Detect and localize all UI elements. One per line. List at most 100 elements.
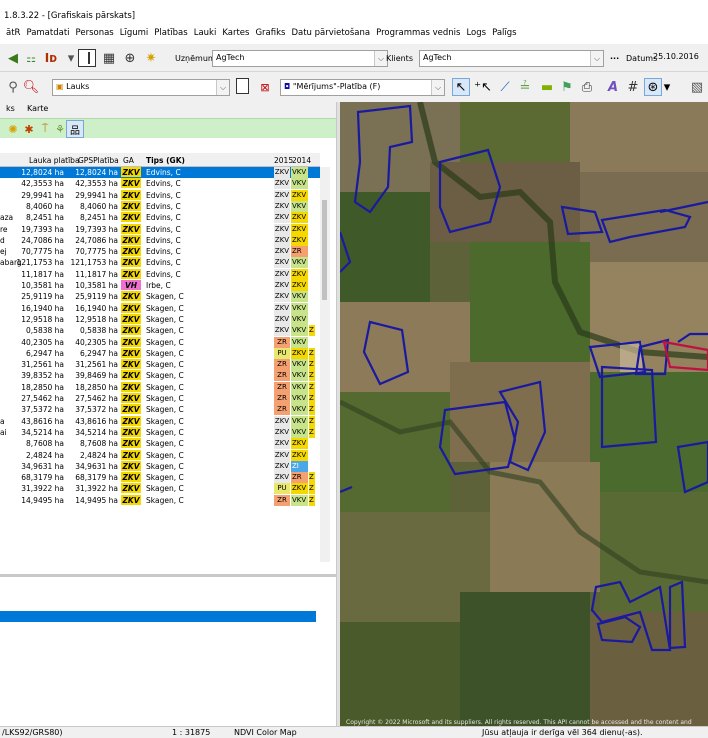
isd-icon[interactable]: Iᴅ: [42, 49, 60, 67]
map-globe-icon[interactable]: ⊛: [644, 78, 662, 96]
cell-2014: VKV: [291, 325, 308, 337]
delete-document-icon[interactable]: ⊠: [256, 78, 274, 96]
cell-2015: ZKV: [274, 449, 290, 461]
add-pointer-icon[interactable]: ⁺↖: [474, 78, 492, 96]
table-row[interactable]: 37,5372 ha 37,5372 ha ZKV Skagen, C ZR VKV Z: [0, 404, 320, 416]
cell-2013: Z: [309, 415, 315, 427]
table-row[interactable]: 8,4060 ha 8,4060 ha ZKV Edvins, C ZKV VKV: [0, 200, 320, 212]
table-row[interactable]: 2,4824 ha 2,4824 ha ZKV Skagen, C ZKV ZKV: [0, 449, 320, 461]
pointer-icon[interactable]: ↖: [452, 78, 470, 96]
table-row[interactable]: 18,2850 ha 18,2850 ha ZKV Skagen, C ZR VKV Z: [0, 381, 320, 393]
table-row[interactable]: 27,5462 ha 27,5462 ha ZKV Skagen, C ZR VKV Z: [0, 393, 320, 404]
map-icon[interactable]: ▧: [688, 78, 706, 96]
menu-item[interactable]: Platības: [154, 28, 187, 38]
table-row[interactable]: 31,2561 ha 31,2561 ha ZKV Skagen, C ZR VKV Z: [0, 359, 320, 371]
map-canvas[interactable]: [340, 102, 708, 728]
col-gps-header[interactable]: GPSPlatība: [78, 156, 119, 165]
table-row[interactable]: d 24,7086 ha 24,7086 ha ZKV Edvins, C ZKV ZKV: [0, 234, 320, 246]
menu-item[interactable]: Logs: [466, 28, 486, 38]
sun-icon[interactable]: ✷: [142, 49, 160, 67]
menu-item[interactable]: Pamatdati: [26, 28, 69, 38]
cell-2015: ZR: [274, 359, 290, 371]
cell-area: 68,3179 ha: [21, 473, 64, 483]
text-label-icon[interactable]: A: [604, 78, 622, 96]
zoom-icon[interactable]: ⚲: [4, 78, 22, 96]
draw-line-icon[interactable]: ⟋: [496, 78, 514, 96]
globe-icon[interactable]: ⊕: [121, 49, 139, 67]
cell-ga: ZKV: [121, 268, 141, 279]
cell-ga: ZKV: [121, 246, 141, 257]
table-row[interactable]: 31,3922 ha 31,3922 ha ZKV Skagen, C PU ZKV Z: [0, 483, 320, 495]
flag-icon[interactable]: ⚑: [558, 78, 576, 96]
table-row[interactable]: 39,8352 ha 39,8469 ha ZKV Skagen, C ZR VKV Z: [0, 370, 320, 382]
menu-item[interactable]: Lauki: [194, 28, 217, 38]
cell-ga: ZKV: [121, 200, 141, 211]
cell-2013: Z: [309, 393, 315, 404]
layer-select[interactable]: ▣ Lauks ⌵: [52, 79, 230, 96]
table-row[interactable]: 34,9631 ha 34,9631 ha ZKV Skagen, C ZKV ZI: [0, 460, 320, 472]
table-row[interactable]: re 19,7393 ha 19,7393 ha ZKV Edvins, C ZKV ZKV: [0, 223, 320, 235]
col-area-header[interactable]: Lauka platība: [29, 156, 80, 165]
panel-separator[interactable]: [0, 574, 340, 577]
col-ga-header[interactable]: GA: [123, 156, 134, 165]
table-row[interactable]: 12,8024 ha 12,8024 ha ZKV Edvins, C ZKV VKV: [0, 167, 320, 179]
edit-polygon-icon[interactable]: ≟: [516, 78, 534, 96]
klients-value: AgTech: [423, 53, 452, 62]
tab-karte[interactable]: Karte: [27, 104, 48, 113]
toolbar-main: ◀ ⚏ Iᴅ ▾ ▦ ⊕ ✷ Uzņēmums AgTech ⌵ Klients …: [0, 44, 708, 72]
menu-item[interactable]: Līgumi: [120, 28, 149, 38]
menu-item[interactable]: Palīgs: [492, 28, 517, 38]
table-row[interactable]: 14,9495 ha 14,9495 ha ZKV Skagen, C ZR VKV Z: [0, 494, 320, 506]
table-row[interactable]: aza 8,2451 ha 8,2451 ha ZKV Edvins, C ZKV ZKV: [0, 212, 320, 224]
tab-list[interactable]: ks: [6, 104, 15, 113]
wheat-table-icon[interactable]: ⚏: [22, 49, 40, 67]
table-row[interactable]: 25,9119 ha 25,9119 ha ZKV Skagen, C ZKV VKV: [0, 291, 320, 303]
table-row[interactable]: 16,1940 ha 16,1940 ha ZKV Skagen, C ZKV VKV: [0, 302, 320, 314]
table-row[interactable]: 11,1817 ha 11,1817 ha ZKV Edvins, C ZKV ZKV: [0, 268, 320, 280]
arrow-icon[interactable]: ◀: [4, 49, 22, 67]
table-row[interactable]: 68,3179 ha 68,3179 ha ZKV Skagen, C ZKV ZR Z: [0, 472, 320, 484]
datums-ellipsis[interactable]: ...: [610, 52, 619, 61]
new-document-icon[interactable]: [236, 78, 249, 94]
hierarchy-icon[interactable]: 品: [66, 120, 84, 138]
klients-select[interactable]: AgTech ⌵: [419, 50, 604, 67]
selected-detail-row[interactable]: [0, 611, 316, 622]
menu-item[interactable]: Personas: [76, 28, 114, 38]
datums-value[interactable]: 25.10.2016: [650, 50, 708, 67]
table-row[interactable]: 10,3581 ha 10,3581 ha VH Irbe, C ZKV ZKV: [0, 280, 320, 291]
table-row[interactable]: 40,2305 ha 40,2305 ha ZKV Skagen, C ZR VKV: [0, 336, 320, 348]
split-icon[interactable]: ▬: [538, 78, 556, 96]
print-icon[interactable]: ⎙: [578, 78, 596, 96]
table-row[interactable]: a 43,8616 ha 43,8616 ha ZKV Skagen, C ZKV VKV Z: [0, 415, 320, 427]
uznemums-select[interactable]: AgTech ⌵: [212, 50, 388, 67]
panel-layout-icon[interactable]: [78, 49, 96, 67]
measure-select[interactable]: ◘ "Mērījums"-Platība (F) ⌵: [280, 79, 445, 96]
col-2015-header[interactable]: 2015: [274, 156, 293, 165]
cell-2014: ZKV: [291, 268, 308, 280]
grid-icon[interactable]: #: [624, 78, 642, 96]
table-row[interactable]: ej 70,7775 ha 70,7775 ha ZKV Edvins, C ZKV ZR: [0, 246, 320, 258]
table-row[interactable]: abarg 121,1753 ha 121,1753 ha ZKV Edvins, CZ…: [0, 257, 320, 269]
menu-item[interactable]: Grafiks: [255, 28, 285, 38]
menu-item[interactable]: Programmas vednis: [376, 28, 460, 38]
calendar-icon[interactable]: ▦: [100, 49, 118, 67]
table-row[interactable]: 6,2947 ha 6,2947 ha ZKV Skagen, C PU ZKV Z: [0, 347, 320, 359]
menu-item[interactable]: ātR: [6, 28, 20, 38]
col-tips-header[interactable]: Tips (GK): [146, 156, 185, 165]
table-row[interactable]: 8,7608 ha 8,7608 ha ZKV Skagen, C ZKV ZKV: [0, 438, 320, 450]
table-row[interactable]: 12,9518 ha 12,9518 ha ZKV Skagen, C ZKV VKV: [0, 313, 320, 325]
table-row[interactable]: ai 34,5214 ha 34,5214 ha ZKV Skagen, C ZKV VKV…: [0, 426, 320, 438]
cell-ga: ZKV: [121, 178, 141, 189]
table-row[interactable]: 42,3553 ha 42,3553 ha ZKV Edvins, C ZKV VKV: [0, 178, 320, 190]
col-2014-header[interactable]: 2014: [292, 156, 311, 165]
cell-2013: Z: [309, 494, 315, 506]
table-row[interactable]: 29,9941 ha 29,9941 ha ZKV Edvins, C ZKV ZKV: [0, 189, 320, 201]
table-row[interactable]: 0,5838 ha 0,5838 ha ZKV Skagen, C ZKV VKV Z: [0, 325, 320, 337]
cell-tips: Edvins, C: [146, 235, 181, 245]
satellite-map[interactable]: Copyright © 2022 Microsoft and its suppl…: [340, 102, 708, 728]
menu-item[interactable]: Kartes: [222, 28, 249, 38]
dropdown-arrow-icon[interactable]: ▾: [662, 78, 672, 96]
search-icon[interactable]: 🔍︎: [22, 78, 40, 96]
menu-item[interactable]: Datu pārvietošana: [291, 28, 370, 38]
grid-scrollbar-thumb[interactable]: [322, 200, 327, 300]
